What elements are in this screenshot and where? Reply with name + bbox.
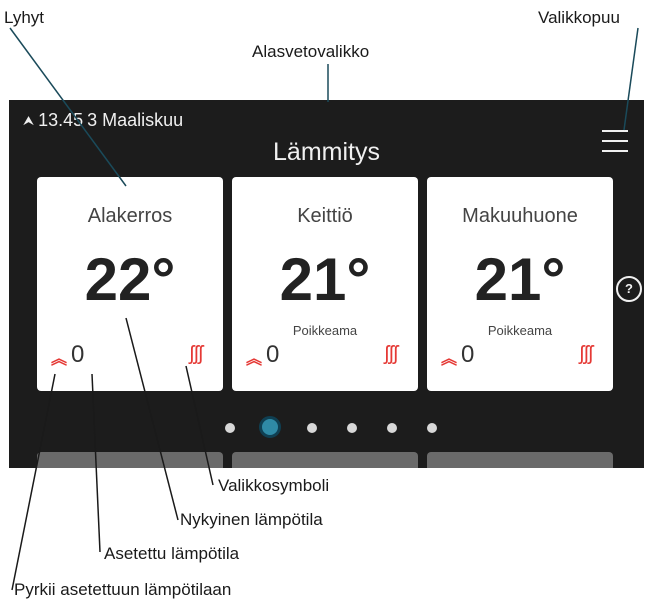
page-dot-2-active[interactable] [259,416,281,438]
heat-waves-icon[interactable]: ʃʃʃ [385,343,398,366]
bottom-tab-2[interactable] [232,452,418,468]
device-screen: ⮝ 13.45 3 Maaliskuu Lämmitys Alakerros 2… [9,100,644,468]
double-chevron-up-icon: ︽ [51,351,68,368]
hamburger-menu-icon[interactable] [602,130,628,152]
double-chevron-up-icon: ︽ [246,351,263,368]
zone-card-makuuhuone[interactable]: Makuuhuone 21° Poikkeama ︽ 0 ʃʃʃ [427,177,613,391]
callout-aim: Pyrkii asetettuun lämpötilaan [14,580,232,599]
heat-waves-icon[interactable]: ʃʃʃ [580,343,593,366]
set-temperature: 0 [71,341,85,368]
current-temperature: 21° [279,246,371,313]
callout-menubar: Valikkopuu [538,8,620,27]
callout-dropdown: Alasvetovalikko [252,42,370,61]
bottom-tab-3[interactable] [427,452,613,468]
clock-time: 13.45 [38,110,84,130]
current-temperature: 22° [84,246,176,313]
zone-name: Makuuhuone [462,205,578,227]
zone-name: Keittiö [297,205,353,227]
zone-name: Alakerros [87,205,173,227]
offset-label: Poikkeama [292,323,358,338]
zone-card-keittio[interactable]: Keittiö 21° Poikkeama ︽ 0 ʃʃʃ [232,177,418,391]
current-temperature: 21° [474,246,566,313]
zone-card-alakerros[interactable]: Alakerros 22° ︽ 0 ʃʃʃ [37,177,223,391]
page-dot-4[interactable] [347,423,357,433]
double-chevron-up-icon: ︽ [441,351,458,368]
page-dot-1[interactable] [225,423,235,433]
callout-shortcut: Lyhyt [4,8,45,27]
upload-icon: ⮝ [23,112,35,128]
page-dot-3[interactable] [307,423,317,433]
callout-set-temp: Asetettu lämpötila [104,544,240,563]
date-text: 3 Maaliskuu [87,110,184,130]
set-temperature: 0 [266,341,280,368]
status-bar: ⮝ 13.45 3 Maaliskuu [23,110,183,131]
page-title: Lämmitys [273,138,380,166]
heat-waves-icon[interactable]: ʃʃʃ [190,343,203,366]
callout-menu-symbol: Valikkosymboli [218,476,330,495]
pagination-dots [9,416,644,438]
help-icon[interactable]: ? [616,276,642,302]
callout-current-temp: Nykyinen lämpötila [180,510,323,529]
page-dot-6[interactable] [427,423,437,433]
set-temperature: 0 [461,341,475,368]
offset-label: Poikkeama [487,323,553,338]
page-dot-5[interactable] [387,423,397,433]
bottom-tab-1[interactable] [37,452,223,468]
